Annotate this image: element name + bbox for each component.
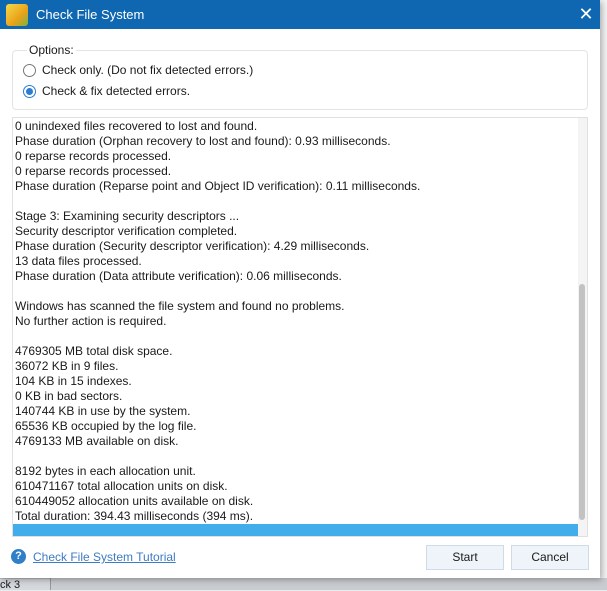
log-line: 610449052 allocation units available on … [15,494,254,508]
options-legend: Options: [27,43,76,57]
log-line: Phase duration (Data attribute verificat… [15,269,342,283]
radio-label: Check & fix detected errors. [42,84,191,98]
cancel-button[interactable]: Cancel [511,545,589,570]
window-title: Check File System [36,7,145,22]
background-pane [50,578,607,590]
help-icon[interactable]: ? [11,549,26,564]
log-line: 13 data files processed. [15,254,142,268]
log-line: Phase duration (Reparse point and Object… [15,179,421,193]
radio-label: Check only. (Do not fix detected errors.… [42,63,254,77]
log-line: No further action is required. [15,314,167,328]
log-line: 36072 KB in 9 files. [15,359,119,373]
log-line: 0 reparse records processed. [15,149,172,163]
check-file-system-dialog: Check File System ✕ Options: Check only.… [0,0,600,578]
log-line: 140744 KB in use by the system. [15,404,191,418]
log-line: Stage 3: Examining security descriptors … [15,209,240,223]
tutorial-link[interactable]: Check File System Tutorial [33,550,176,564]
app-logo-icon [6,3,28,26]
background-status-text: ck 3 [0,579,21,591]
log-line: 0 reparse records processed. [15,164,172,178]
log-line: 4769305 MB total disk space. [15,344,173,358]
log-line: 0 unindexed files recovered to lost and … [15,119,258,133]
radio-check-and-fix[interactable]: Check & fix detected errors. [23,84,190,98]
log-line: 104 KB in 15 indexes. [15,374,132,388]
options-group [12,50,588,110]
log-output: 0 unindexed files recovered to lost and … [12,117,588,537]
title-bar: Check File System ✕ [0,0,600,29]
log-line: Security descriptor verification complet… [15,224,238,238]
log-lines: 0 unindexed files recovered to lost and … [13,119,579,524]
log-scrollbar[interactable] [578,118,587,536]
close-button[interactable]: ✕ [572,4,600,25]
log-line: Total duration: 394.43 milliseconds (394… [15,509,254,523]
log-line: 4769133 MB available on disk. [15,434,179,448]
log-line: 65536 KB occupied by the log file. [15,419,197,433]
log-line: Windows has scanned the file system and … [15,299,345,313]
progress-bar [13,524,580,536]
log-line: Phase duration (Orphan recovery to lost … [15,134,391,148]
log-line: Phase duration (Security descriptor veri… [15,239,370,253]
log-line: 8192 bytes in each allocation unit. [15,464,196,478]
radio-circle-selected[interactable] [23,84,36,98]
radio-circle[interactable] [23,63,36,77]
log-line: 610471167 total allocation units on disk… [15,479,228,493]
log-line: 0 KB in bad sectors. [15,389,123,403]
scrollbar-thumb[interactable] [579,284,585,520]
radio-check-only[interactable]: Check only. (Do not fix detected errors.… [23,63,253,77]
start-button[interactable]: Start [426,545,504,570]
